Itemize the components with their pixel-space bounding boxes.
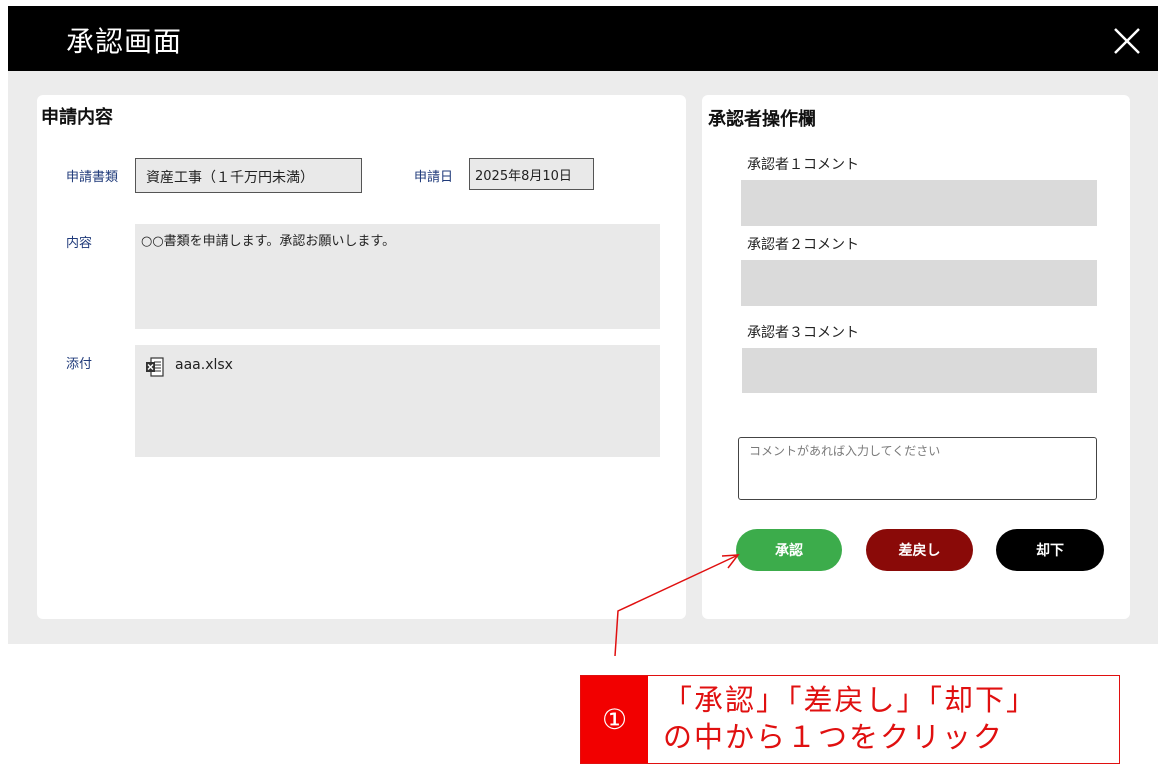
reject-button[interactable]: 却下 xyxy=(996,529,1104,571)
attachment-label: 添付 xyxy=(66,357,93,372)
doc-type-value: 資産工事（１千万円未満） xyxy=(146,170,314,186)
annotation-line1: 「承認」「差戻し」「却下」 xyxy=(663,683,1038,717)
approver1-comment-label: 承認者１コメント xyxy=(747,157,859,173)
approver3-comment-label: 承認者３コメント xyxy=(747,325,859,341)
return-button[interactable]: 差戻し xyxy=(866,529,973,571)
comment-input[interactable] xyxy=(738,437,1097,500)
excel-file-icon[interactable] xyxy=(145,357,165,377)
attachment-field: aaa.xlsx xyxy=(135,345,660,457)
annotation-line2: の中から１つをクリック xyxy=(663,720,1005,754)
annotation-number: ① xyxy=(581,676,648,763)
approve-button[interactable]: 承認 xyxy=(736,529,842,571)
approver3-comment-box xyxy=(742,348,1097,393)
annotation-text: 「承認」「差戻し」「却下」 の中から１つをクリック xyxy=(663,682,1113,756)
approver2-comment-label: 承認者２コメント xyxy=(747,237,859,253)
attachment-filename[interactable]: aaa.xlsx xyxy=(175,357,233,373)
close-icon[interactable] xyxy=(1112,26,1142,56)
approver-panel: 承認者操作欄 承認者１コメント 承認者２コメント 承認者３コメント 承認 差戻し… xyxy=(702,95,1130,619)
content-value: ○○書類を申請します。承認お願いします。 xyxy=(141,234,396,249)
doc-type-field[interactable]: 資産工事（１千万円未満） xyxy=(135,158,362,193)
date-label: 申請日 xyxy=(414,170,454,185)
approver1-comment-box xyxy=(741,180,1097,226)
content-area: 申請内容 申請書類 資産工事（１千万円未満） 申請日 2025年8月10日 内容… xyxy=(8,71,1158,644)
approver-section-title: 承認者操作欄 xyxy=(708,109,816,130)
doc-type-label: 申請書類 xyxy=(66,170,119,185)
content-field[interactable]: ○○書類を申請します。承認お願いします。 xyxy=(135,224,660,329)
date-field[interactable]: 2025年8月10日 xyxy=(469,158,594,190)
annotation-callout: ① 「承認」「差戻し」「却下」 の中から１つをクリック xyxy=(580,675,1120,764)
content-label: 内容 xyxy=(66,236,93,251)
title-bar: 承認画面 xyxy=(8,6,1158,71)
application-panel: 申請内容 申請書類 資産工事（１千万円未満） 申請日 2025年8月10日 内容… xyxy=(37,95,686,619)
approver2-comment-box xyxy=(741,260,1097,306)
application-section-title: 申請内容 xyxy=(41,107,113,128)
date-value: 2025年8月10日 xyxy=(475,169,572,184)
page-title: 承認画面 xyxy=(66,25,183,58)
